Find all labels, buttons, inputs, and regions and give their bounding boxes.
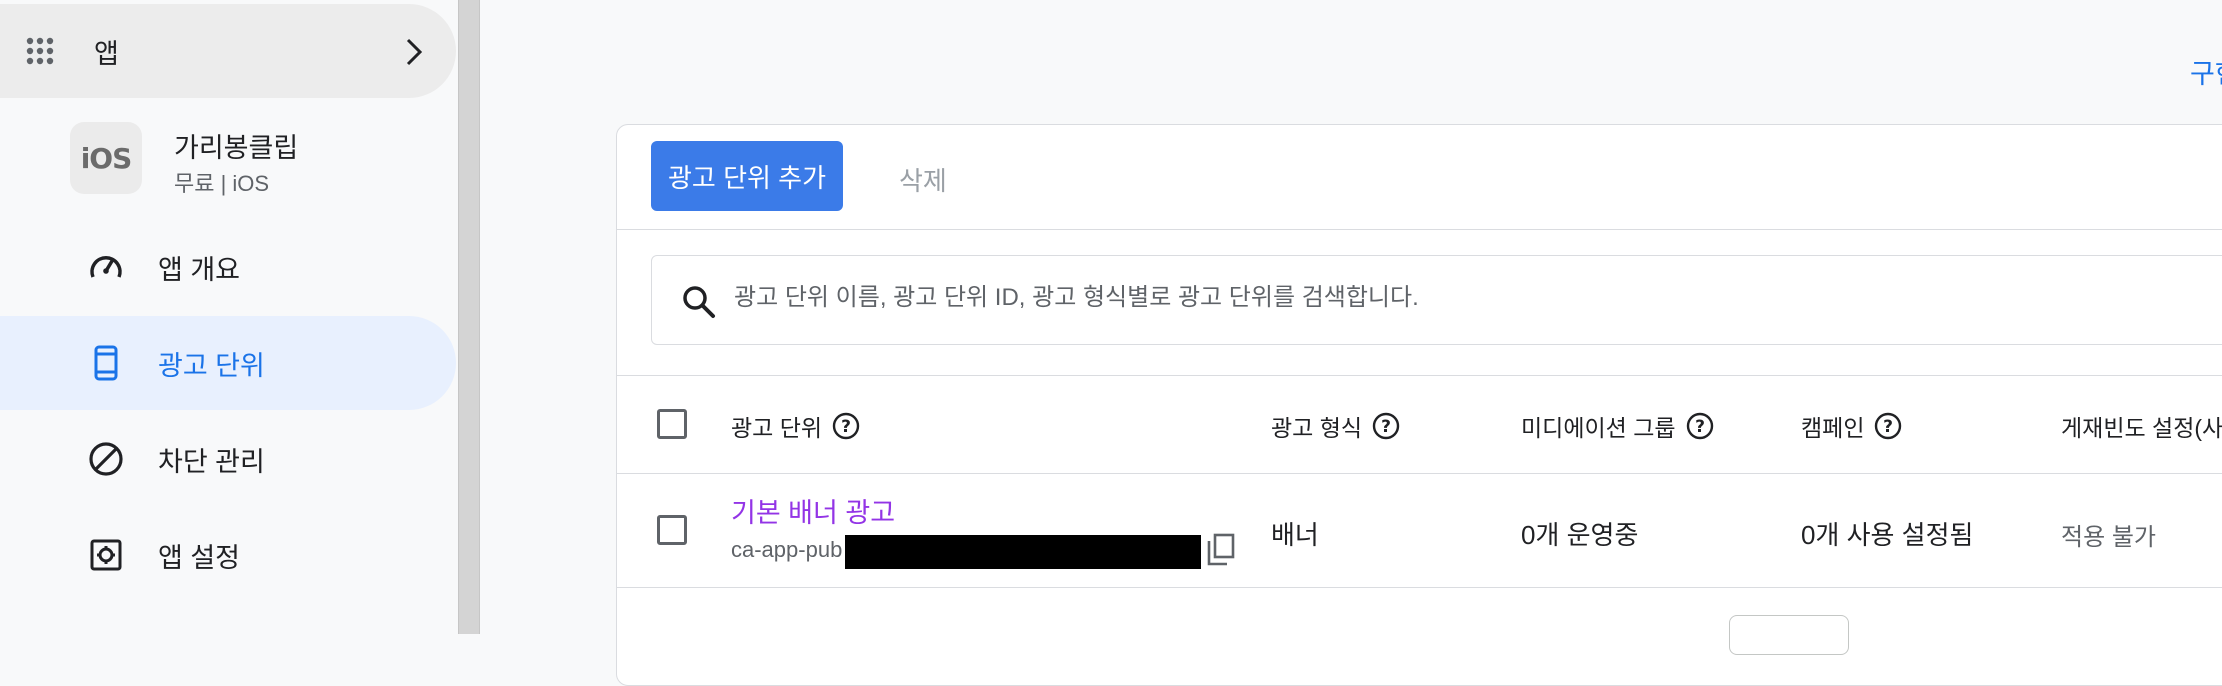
add-ad-unit-button[interactable]: 광고 단위 추가 <box>651 141 843 211</box>
svg-text:?: ? <box>841 417 851 437</box>
redacted-id <box>845 535 1201 569</box>
sidebar-item-label: 광고 단위 <box>158 350 265 381</box>
column-header-mediation-group[interactable]: 미디에이션 그룹 ? <box>1521 409 1714 443</box>
sidebar: 앱 iOS 가리봉클립 무료 | iOS 앱 개요 광고 단위 차단 관리 앱 … <box>0 0 458 634</box>
sidebar-item-ad-units[interactable]: 광고 단위 <box>0 316 456 410</box>
divider <box>617 473 2222 474</box>
pagination-control[interactable] <box>1729 615 1849 655</box>
column-header-campaign[interactable]: 캠페인 ? <box>1801 409 1902 443</box>
sidebar-item-blocking[interactable]: 차단 관리 <box>0 412 456 506</box>
gauge-icon <box>90 256 122 278</box>
sidebar-item-label: 차단 관리 <box>158 446 265 477</box>
help-icon[interactable]: ? <box>832 412 860 440</box>
campaign-cell: 0개 사용 설정됨 <box>1801 520 1974 550</box>
block-icon <box>89 442 123 476</box>
copy-icon[interactable] <box>1205 533 1237 567</box>
svg-text:?: ? <box>1381 417 1391 437</box>
implementation-link[interactable]: 구현 <box>2190 52 2222 91</box>
column-header-ad-format[interactable]: 광고 형식 ? <box>1271 409 1400 443</box>
sidebar-item-app-overview[interactable]: 앱 개요 <box>0 220 456 314</box>
divider <box>617 587 2222 588</box>
column-header-frequency-cap[interactable]: 게재빈도 설정(사 <box>2061 409 2222 443</box>
frequency-cap-cell: 적용 불가 <box>2061 524 2156 551</box>
help-icon[interactable]: ? <box>1372 412 1400 440</box>
column-label: 게재빈도 설정(사 <box>2061 415 2222 441</box>
row-checkbox[interactable] <box>657 515 687 545</box>
chevron-right-icon <box>406 38 423 66</box>
column-label: 캠페인 <box>1801 415 1865 441</box>
delete-button[interactable]: 삭제 <box>899 161 947 198</box>
column-label: 광고 형식 <box>1271 415 1363 441</box>
column-header-ad-unit[interactable]: 광고 단위 ? <box>731 409 860 443</box>
svg-text:?: ? <box>1884 417 1894 437</box>
app-platform: 무료 | iOS <box>174 171 270 196</box>
divider <box>617 229 2222 230</box>
svg-text:?: ? <box>1695 417 1705 437</box>
ad-format-cell: 배너 <box>1271 520 1319 550</box>
column-label: 광고 단위 <box>731 415 823 441</box>
app-logo: iOS <box>70 122 142 194</box>
settings-icon <box>90 539 122 571</box>
search-input[interactable] <box>734 284 2134 312</box>
sidebar-item-label: 앱 설정 <box>158 542 241 573</box>
sidebar-item-app-settings[interactable]: 앱 설정 <box>0 508 456 602</box>
sidebar-resize-handle[interactable] <box>458 0 480 634</box>
help-icon[interactable]: ? <box>1686 412 1714 440</box>
column-label: 미디에이션 그룹 <box>1521 415 1676 441</box>
ad-units-panel: 광고 단위 추가 삭제 광고 단위 ? 광고 형식 ? 미디에이션 그룹 ? 캠… <box>616 124 2222 686</box>
divider <box>617 375 2222 376</box>
phone-icon <box>94 345 118 381</box>
apps-label: 앱 <box>94 38 119 69</box>
search-icon <box>683 286 715 318</box>
mediation-group-cell: 0개 운영중 <box>1521 520 1639 550</box>
apps-grid-icon <box>26 37 54 65</box>
ad-unit-id: ca-app-pub <box>731 537 843 562</box>
select-all-checkbox[interactable] <box>657 409 687 439</box>
app-name: 가리봉클립 <box>174 133 299 163</box>
sidebar-item-label: 앱 개요 <box>158 254 241 285</box>
help-icon[interactable]: ? <box>1874 412 1902 440</box>
search-box[interactable] <box>651 255 2222 345</box>
ad-unit-name-link[interactable]: 기본 배너 광고 <box>731 491 895 530</box>
apps-menu-item[interactable]: 앱 <box>0 4 456 98</box>
